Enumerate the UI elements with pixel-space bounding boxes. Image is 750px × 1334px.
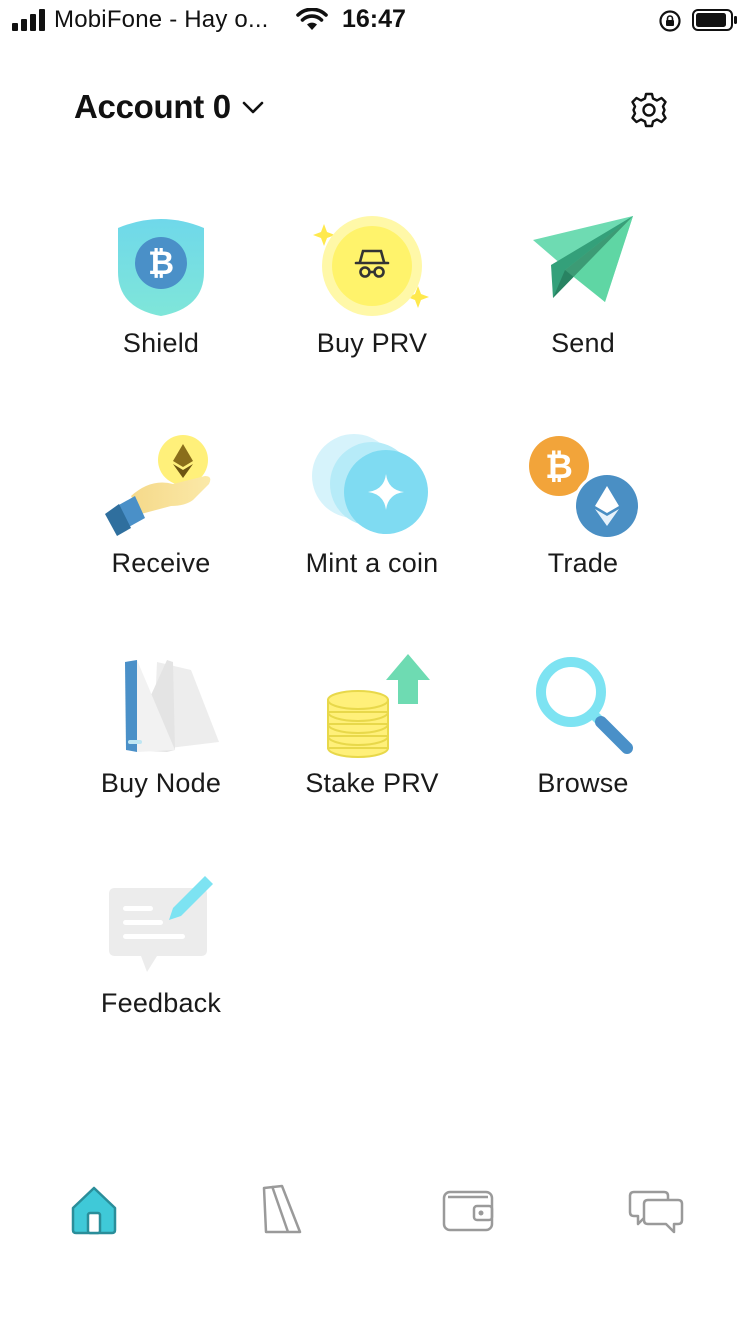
browse-action[interactable]: Browse [483, 650, 683, 850]
bottom-tab-bar [0, 1160, 750, 1260]
feedback-pencil-icon [109, 876, 213, 972]
battery-icon [692, 9, 737, 31]
mint-coin-action[interactable]: Mint a coin [272, 430, 472, 630]
action-label-mint-coin: Mint a coin [305, 548, 439, 578]
chevron-down-icon [242, 101, 264, 114]
account-selector[interactable]: Account 0 [74, 88, 265, 126]
status-time: 16:47 [342, 5, 406, 33]
trade-action[interactable]: ₿ Trade [483, 430, 683, 630]
mint-coin-icon [312, 434, 428, 534]
wallet-icon[interactable] [438, 1180, 498, 1240]
action-label-receive: Receive [111, 548, 211, 578]
svg-text:₿: ₿ [148, 244, 174, 282]
action-label-buy-node: Buy Node [100, 768, 222, 798]
shield-action[interactable]: ₿ Shield [61, 210, 261, 410]
buy-prv-action[interactable]: Buy PRV [272, 210, 472, 410]
carrier-name: MobiFone - Hay o... [54, 6, 269, 33]
settings-gear-icon[interactable] [630, 91, 668, 129]
receive-action[interactable]: Receive [61, 430, 261, 630]
action-label-browse: Browse [537, 768, 629, 798]
stake-prv-action[interactable]: Stake PRV [272, 650, 472, 850]
action-label-shield: Shield [122, 328, 200, 358]
hand-ethereum-icon [105, 435, 211, 536]
buy-node-action[interactable]: Buy Node [61, 650, 261, 850]
account-title: Account 0 [74, 88, 231, 125]
coin-stack-arrow-icon [327, 654, 430, 758]
paper-plane-icon [533, 216, 633, 302]
wifi-icon [296, 8, 328, 30]
node-icon[interactable] [252, 1180, 312, 1240]
home-icon[interactable] [64, 1180, 124, 1240]
action-label-trade: Trade [547, 548, 619, 578]
send-action[interactable]: Send [483, 210, 683, 410]
incognito-coin-icon [313, 216, 429, 316]
magnifier-icon [536, 657, 633, 754]
action-label-feedback: Feedback [100, 988, 222, 1018]
shield-bitcoin-icon: ₿ [118, 219, 204, 316]
status-bar: MobiFone - Hay o... 16:47 [0, 0, 750, 40]
signal-icon [12, 9, 45, 31]
svg-text:₿: ₿ [545, 447, 573, 487]
action-label-send: Send [551, 328, 615, 358]
action-label-stake-prv: Stake PRV [305, 768, 439, 798]
rotation-lock-icon [659, 10, 681, 32]
action-label-buy-prv: Buy PRV [316, 328, 428, 358]
btc-eth-swap-icon: ₿ [529, 436, 641, 540]
chat-icon[interactable] [626, 1180, 686, 1240]
node-device-icon [125, 660, 219, 752]
feedback-action[interactable]: Feedback [61, 870, 261, 1070]
